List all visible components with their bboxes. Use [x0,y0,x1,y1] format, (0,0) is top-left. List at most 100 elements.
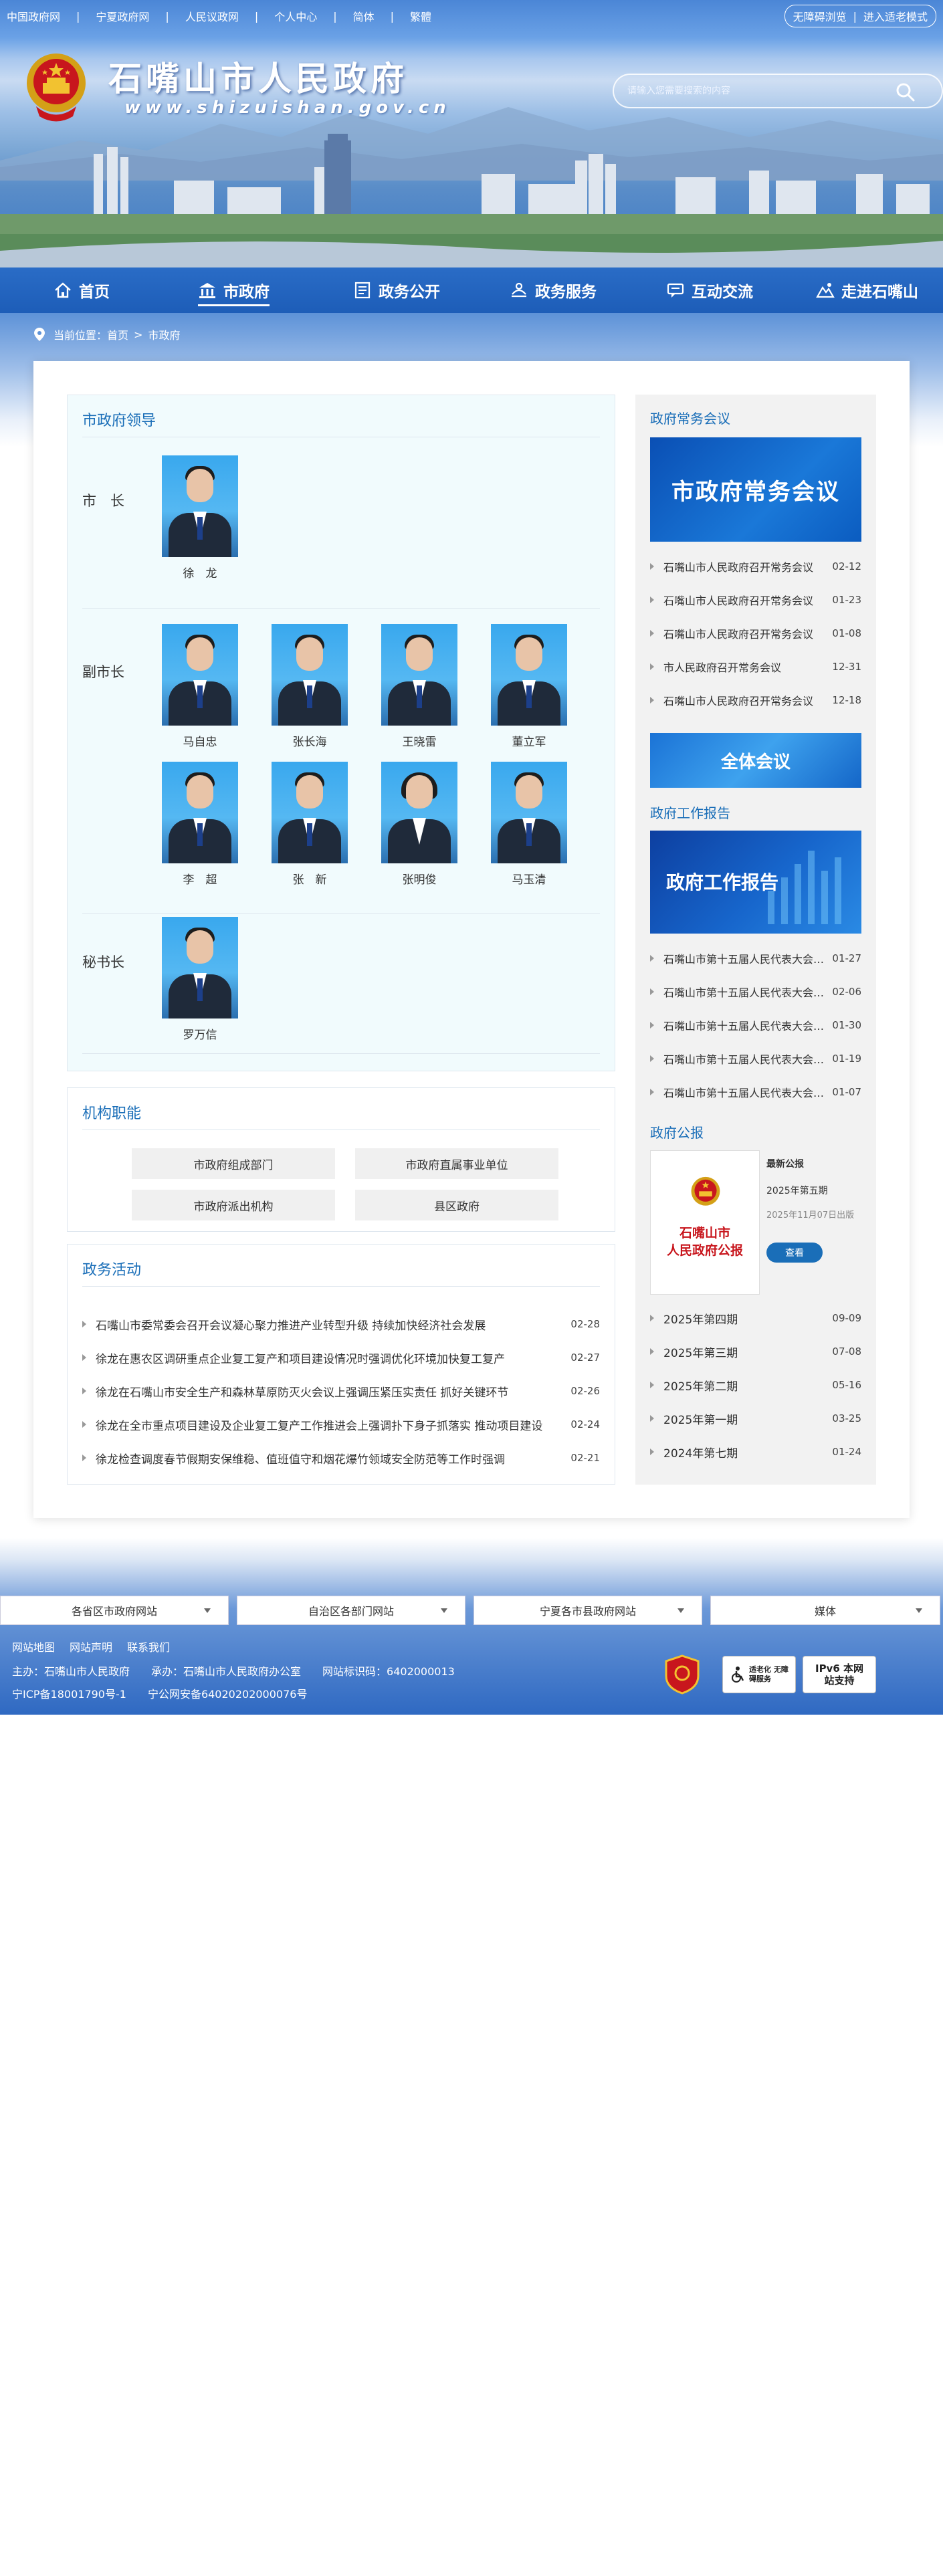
function-button[interactable]: 市政府派出机构 [132,1190,335,1220]
news-title[interactable]: 徐龙在全市重点项目建设及企业复工复产工作推进会上强调扑下身子抓落实 推动项目建设 [96,1416,570,1433]
leader-name[interactable]: 张长海 [272,732,348,749]
leader-name[interactable]: 马自忠 [162,732,238,749]
news-item[interactable]: 石嘴山市委常委会召开会议凝心聚力推进产业转型升级 持续加快经济社会发展 02-28 [82,1307,600,1341]
meeting-item-title[interactable]: 石嘴山市人民政府召开常务会议 [663,558,825,574]
nav-government-services[interactable]: 政务服务 [510,267,597,313]
plenary-banner[interactable]: 全体会议 [650,733,861,788]
leader-photo[interactable] [162,762,238,863]
news-item[interactable]: 徐龙在全市重点项目建设及企业复工复产工作推进会上强调扑下身子抓落实 推动项目建设… [82,1408,600,1441]
leader-name[interactable]: 马玉清 [491,870,567,887]
footer-icp[interactable]: 宁ICP备18001790号-1 [12,1685,126,1701]
leader-photo[interactable] [381,762,457,863]
link-user-center[interactable]: 个人中心 [274,8,317,24]
ipv6-badge[interactable]: IPv6 本网站支持 [803,1656,876,1693]
meeting-item[interactable]: 石嘴山市人民政府召开常务会议 01-23 [650,583,861,617]
function-button[interactable]: 市政府直属事业单位 [355,1148,558,1179]
leader-photo[interactable] [162,624,238,726]
leader-card-vice[interactable]: 王晓雷 [381,624,457,749]
news-item[interactable]: 徐龙在石嘴山市安全生产和森林草原防灭火会议上强调压紧压实责任 抓好关键环节 02-… [82,1374,600,1408]
report-item[interactable]: 石嘴山市第十五届人民代表大会第一次会议政府工作报告 01-07 [650,1075,861,1109]
nav-about-city[interactable]: 走进石嘴山 [816,267,918,313]
leader-card-vice[interactable]: 张 新 [272,762,348,887]
meeting-item[interactable]: 石嘴山市人民政府召开常务会议 12-18 [650,683,861,717]
leader-photo[interactable] [491,762,567,863]
nav-interaction[interactable]: 互动交流 [666,267,753,313]
leader-name[interactable]: 李 超 [162,870,238,887]
news-item[interactable]: 徐龙在惠农区调研重点企业复工复产和项目建设情况时强调优化环境加快复工复产 02-2… [82,1341,600,1374]
search-input[interactable] [627,86,881,96]
leader-card-vice[interactable]: 张明俊 [381,762,457,887]
leader-photo[interactable] [162,917,238,1018]
leader-name[interactable]: 罗万信 [162,1025,238,1042]
gazette-item[interactable]: 2024年第七期 01-24 [650,1435,861,1469]
news-title[interactable]: 石嘴山市委常委会召开会议凝心聚力推进产业转型升级 持续加快经济社会发展 [96,1316,570,1333]
gazette-view-button[interactable]: 查看 [766,1243,823,1263]
report-item-title[interactable]: 石嘴山市第十五届人民代表大会第一次会议政府工作报告 [663,1084,825,1100]
news-item[interactable]: 徐龙检查调度春节假期安保维稳、值班值守和烟花爆竹领域安全防范等工作时强调 02-2… [82,1441,600,1475]
function-button[interactable]: 市政府组成部门 [132,1148,335,1179]
leader-photo[interactable] [272,762,348,863]
leader-card-vice[interactable]: 马自忠 [162,624,238,749]
footer-police[interactable]: 宁公网安备64020202000076号 [148,1685,308,1701]
leader-name[interactable]: 董立军 [491,732,567,749]
report-title[interactable]: 政府工作报告 [650,802,730,822]
meeting-item-title[interactable]: 石嘴山市人民政府召开常务会议 [663,625,825,641]
leader-name[interactable]: 徐 龙 [162,564,238,580]
elder-mode-link[interactable]: 进入适老模式 [863,8,928,24]
news-title[interactable]: 徐龙检查调度春节假期安保维稳、值班值守和烟花爆竹领域安全防范等工作时强调 [96,1450,570,1467]
footer-link-statement[interactable]: 网站声明 [70,1638,112,1654]
report-item-title[interactable]: 石嘴山市第十五届人民代表大会第三次会议政府工作报告 [663,1017,825,1033]
gazette-item-title[interactable]: 2025年第四期 [663,1310,825,1327]
function-button[interactable]: 县区政府 [355,1190,558,1220]
report-item[interactable]: 石嘴山市第十五届人民代表大会第五次会议政府工作报告 01-27 [650,942,861,975]
footer-link-contact[interactable]: 联系我们 [127,1638,170,1654]
link-people-forum[interactable]: 人民议政网 [185,8,239,24]
search-icon[interactable] [895,82,915,102]
gazette-item-title[interactable]: 2024年第七期 [663,1444,825,1461]
meeting-item-title[interactable]: 市人民政府召开常务会议 [663,659,825,675]
gazette-item-title[interactable]: 2025年第一期 [663,1410,825,1427]
nav-home[interactable]: 首页 [54,267,110,313]
leader-name[interactable]: 张明俊 [381,870,457,887]
news-title[interactable]: 徐龙在惠农区调研重点企业复工复产和项目建设情况时强调优化环境加快复工复产 [96,1350,570,1366]
leader-name[interactable]: 张 新 [272,870,348,887]
breadcrumb-home[interactable]: 首页 [107,326,128,342]
meeting-item-title[interactable]: 石嘴山市人民政府召开常务会议 [663,592,825,608]
meeting-banner[interactable]: 市政府常务会议 [650,437,861,542]
nav-government-affairs[interactable]: 政务公开 [353,267,440,313]
leader-card-secretary[interactable]: 罗万信 [162,917,238,1042]
leader-photo[interactable] [272,624,348,726]
gazette-item[interactable]: 2025年第三期 07-08 [650,1335,861,1368]
report-item[interactable]: 石嘴山市第十五届人民代表大会第二次会议政府工作报告 01-19 [650,1042,861,1075]
gazette-item[interactable]: 2025年第四期 09-09 [650,1301,861,1335]
leader-photo[interactable] [381,624,457,726]
meeting-item[interactable]: 市人民政府召开常务会议 12-31 [650,650,861,683]
gazette-item[interactable]: 2025年第一期 03-25 [650,1402,861,1435]
national-emblem-icon[interactable] [23,49,90,126]
footer-link-sitemap[interactable]: 网站地图 [12,1638,55,1654]
gazette-item[interactable]: 2025年第二期 05-16 [650,1368,861,1402]
leader-card-vice[interactable]: 张长海 [272,624,348,749]
report-item-title[interactable]: 石嘴山市第十五届人民代表大会第五次会议政府工作报告 [663,950,825,966]
leader-card-vice[interactable]: 马玉清 [491,762,567,887]
leader-card-vice[interactable]: 董立军 [491,624,567,749]
leader-photo[interactable] [491,624,567,726]
link-simplified[interactable]: 简体 [353,8,375,24]
report-banner[interactable]: 政府工作报告 [650,831,861,934]
link-ningxia-gov[interactable]: 宁夏政府网 [96,8,149,24]
meeting-title[interactable]: 政府常务会议 [650,408,730,427]
report-item-title[interactable]: 石嘴山市第十五届人民代表大会第四次会议政府工作报告 [663,984,825,1000]
gazette-item-title[interactable]: 2025年第三期 [663,1344,825,1360]
report-item-title[interactable]: 石嘴山市第十五届人民代表大会第二次会议政府工作报告 [663,1051,825,1067]
leader-name[interactable]: 王晓雷 [381,732,457,749]
link-china-gov[interactable]: 中国政府网 [7,8,60,24]
footer-select-departments[interactable]: 自治区各部门网站 [237,1596,465,1625]
gazette-title[interactable]: 政府公报 [650,1122,704,1142]
leader-card-mayor[interactable]: 徐 龙 [162,455,238,580]
meeting-item[interactable]: 石嘴山市人民政府召开常务会议 02-12 [650,550,861,583]
elder-accessibility-badge[interactable]: 适老化 无障碍服务 [722,1656,796,1693]
leader-photo[interactable] [162,455,238,557]
footer-select-counties[interactable]: 宁夏各市县政府网站 [474,1596,702,1625]
meeting-item[interactable]: 石嘴山市人民政府召开常务会议 01-08 [650,617,861,650]
link-traditional[interactable]: 繁體 [410,8,431,24]
